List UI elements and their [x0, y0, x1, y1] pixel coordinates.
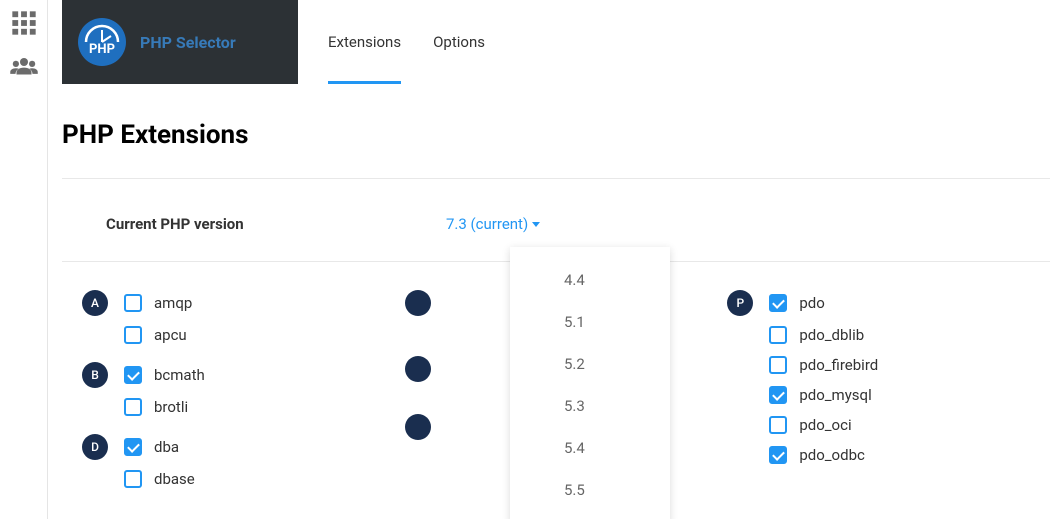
page-title: PHP Extensions — [62, 120, 1050, 150]
version-option[interactable]: 5.1 — [510, 301, 670, 343]
left-sidebar — [0, 0, 48, 519]
version-option[interactable]: 5.2 — [510, 343, 670, 385]
brand-title: PHP Selector — [140, 33, 236, 52]
group-head-b: B bcmath — [82, 362, 405, 388]
checkbox[interactable] — [769, 356, 787, 374]
extension-label: pdo_odbc — [799, 446, 865, 464]
extension-label: pdo — [799, 294, 824, 312]
content: PHP Extensions Current PHP version 7.3 (… — [48, 120, 1064, 506]
apps-grid-icon[interactable] — [9, 8, 39, 38]
version-option[interactable]: 5.4 — [510, 427, 670, 469]
letter-badge: B — [82, 362, 108, 388]
extension-row: pdo_mysql — [769, 386, 1050, 404]
extension-row: bcmath — [124, 366, 205, 384]
php-logo-icon: PHP — [78, 18, 126, 66]
main-area: PHP PHP Selector Extensions Options PHP … — [48, 0, 1064, 519]
users-icon[interactable] — [9, 52, 39, 82]
checkbox[interactable] — [124, 470, 142, 488]
group-b: B bcmath brotli — [82, 362, 405, 416]
topbar: PHP PHP Selector Extensions Options — [48, 0, 1064, 84]
checkbox[interactable] — [124, 398, 142, 416]
extension-row: pdo_firebird — [769, 356, 1050, 374]
checkbox[interactable] — [124, 326, 142, 344]
caret-down-icon — [532, 222, 540, 227]
extension-row: pdo_odbc — [769, 446, 1050, 464]
extension-label: amqp — [154, 294, 192, 312]
checkbox[interactable] — [769, 294, 787, 312]
letter-badge — [405, 290, 431, 316]
extension-label: pdo_dblib — [799, 326, 864, 344]
extension-row: pdo — [769, 294, 824, 312]
extension-row: apcu — [124, 326, 405, 344]
extension-label: pdo_firebird — [799, 356, 878, 374]
divider — [62, 178, 1050, 179]
column-1: A amqp apcu — [82, 290, 405, 506]
version-option[interactable]: 5.3 — [510, 385, 670, 427]
extension-label: apcu — [154, 326, 187, 344]
checkbox[interactable] — [769, 326, 787, 344]
version-option[interactable]: 4.4 — [510, 259, 670, 301]
letter-badge — [405, 414, 431, 440]
extension-row: pdo_oci — [769, 416, 1050, 434]
group-head-a: A amqp — [82, 290, 405, 316]
tab-options[interactable]: Options — [433, 33, 485, 84]
extension-row: dbase — [124, 470, 405, 488]
version-dropdown: 4.4 5.1 5.2 5.3 5.4 5.5 — [510, 247, 670, 519]
checkbox[interactable] — [124, 366, 142, 384]
tab-extensions[interactable]: Extensions — [328, 33, 401, 84]
brand-block: PHP PHP Selector — [62, 0, 298, 84]
group-d: D dba dbase — [82, 434, 405, 488]
extension-label: bcmath — [154, 366, 205, 384]
extension-label: pdo_oci — [799, 416, 851, 434]
checkbox[interactable] — [124, 438, 142, 456]
version-selector[interactable]: 7.3 (current) — [446, 215, 540, 233]
extension-label: dbase — [154, 470, 195, 488]
group-head-p: P pdo — [727, 290, 1050, 316]
extension-label: brotli — [154, 398, 188, 416]
column-3: P pdo pdo_dblib — [727, 290, 1050, 506]
checkbox[interactable] — [124, 294, 142, 312]
extension-row: brotli — [124, 398, 405, 416]
extension-row: pdo_dblib — [769, 326, 1050, 344]
php-logo-text: PHP — [89, 42, 115, 57]
letter-badge: A — [82, 290, 108, 316]
letter-badge — [405, 356, 431, 382]
extension-label: dba — [154, 438, 179, 456]
checkbox[interactable] — [769, 416, 787, 434]
version-value-text: 7.3 (current) — [446, 215, 528, 233]
group-p: P pdo pdo_dblib — [727, 290, 1050, 464]
version-label: Current PHP version — [106, 215, 446, 233]
checkbox[interactable] — [769, 446, 787, 464]
checkbox[interactable] — [769, 386, 787, 404]
extension-row: amqp — [124, 294, 192, 312]
letter-badge: P — [727, 290, 753, 316]
extension-row: dba — [124, 438, 179, 456]
tabs: Extensions Options — [298, 0, 485, 84]
extension-label: pdo_mysql — [799, 386, 871, 404]
group-head-d: D dba — [82, 434, 405, 460]
version-option[interactable]: 5.5 — [510, 469, 670, 511]
letter-badge: D — [82, 434, 108, 460]
version-row: Current PHP version 7.3 (current) 4.4 5.… — [62, 207, 1050, 261]
group-a: A amqp apcu — [82, 290, 405, 344]
